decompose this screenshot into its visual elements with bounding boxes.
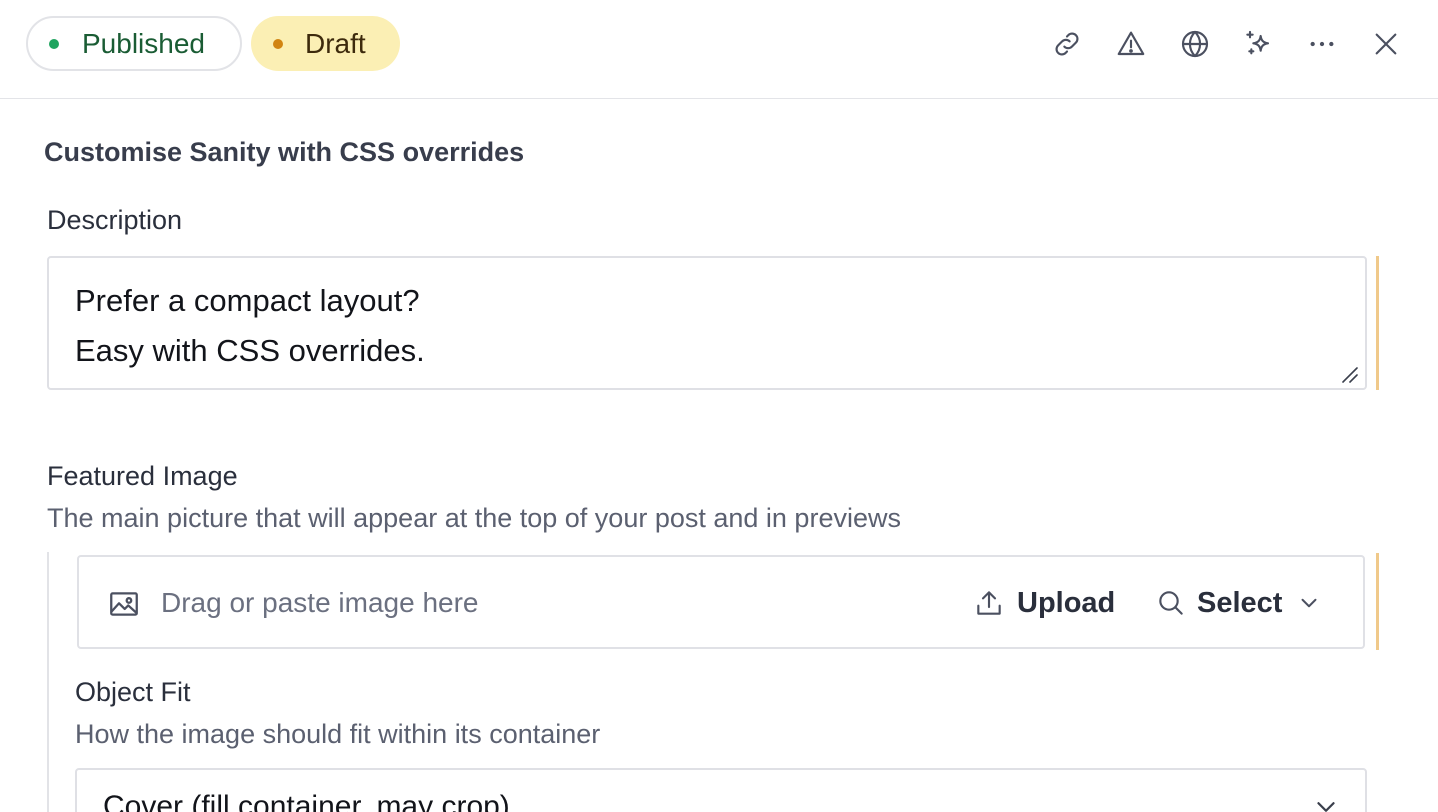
resize-grip-icon[interactable] [1339,364,1359,384]
chevron-down-icon [1301,598,1317,608]
document-title: Customise Sanity with CSS overrides [44,137,525,167]
published-label: Published [82,27,205,59]
close-icon[interactable] [1366,24,1406,64]
featured-image-change-indicator [1376,553,1379,650]
description-change-indicator [1376,256,1379,390]
upload-icon [977,591,1001,615]
description-label: Description [47,205,183,235]
description-textarea[interactable]: Prefer a compact layout? Easy with CSS o… [47,256,1367,390]
dropzone-text: Drag or paste image here [161,587,479,618]
object-fit-description: How the image should fit within its cont… [75,719,601,749]
featured-image-description: The main picture that will appear at the… [47,503,901,533]
image-icon [110,592,138,616]
image-dropzone[interactable]: Drag or paste image here Upload Select [77,555,1365,649]
more-icon[interactable] [1302,24,1342,64]
warning-icon[interactable] [1111,24,1151,64]
upload-label: Upload [1017,586,1116,619]
image-group-rule [47,552,49,812]
sparkles-icon[interactable] [1238,24,1278,64]
object-fit-selected-value: Cover (fill container, may crop) [103,790,510,812]
globe-icon[interactable] [1175,24,1215,64]
object-fit-label: Object Fit [75,677,191,707]
select-image-button[interactable]: Select [1155,579,1322,627]
document-pane: Published Draft Customise Sanity with CS… [0,0,1438,812]
chevron-down-icon [1317,802,1335,812]
featured-image-label: Featured Image [47,461,238,491]
draft-label: Draft [305,27,366,59]
select-label: Select [1197,586,1283,619]
description-line-2: Easy with CSS overrides. [75,333,425,368]
pane-header: Published Draft [0,0,1438,99]
published-status-button[interactable]: Published [26,16,242,71]
object-fit-select[interactable]: Cover (fill container, may crop) [75,768,1367,812]
draft-dot-icon [273,38,283,49]
search-icon [1159,591,1183,615]
draft-status-button[interactable]: Draft [251,16,400,71]
published-dot-icon [49,38,59,49]
upload-button[interactable]: Upload [973,579,1115,627]
link-icon[interactable] [1047,24,1087,64]
description-line-1: Prefer a compact layout? [75,283,420,318]
